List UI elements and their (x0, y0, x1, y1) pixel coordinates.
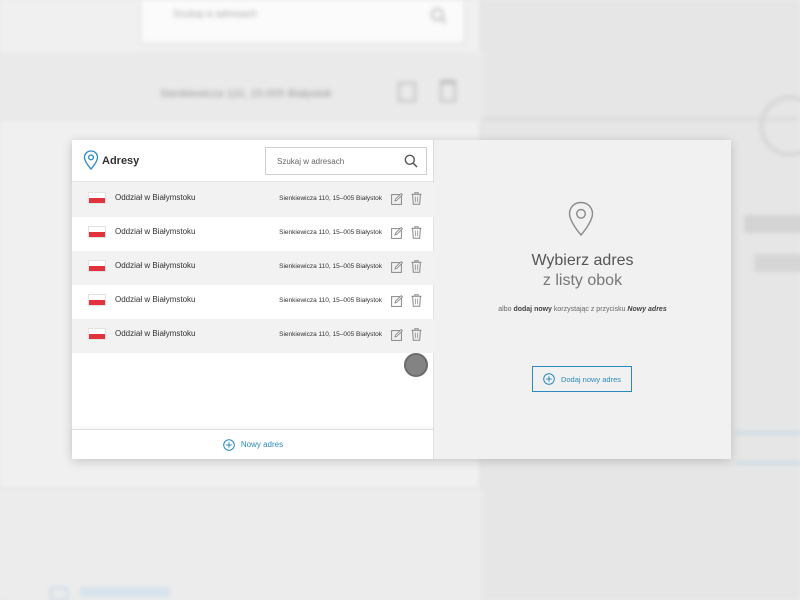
address-name: Oddział w Białymstoku (115, 329, 196, 338)
edit-icon[interactable] (391, 295, 403, 307)
background-toolbar: Sienkiewicza 110, 15-005 Białystok (0, 52, 482, 120)
hint-italic: Nowy adres (627, 306, 667, 313)
address-empty-state-panel: Wybierz adres z listy obok albo dodaj no… (434, 140, 731, 459)
background-trash-icon (440, 80, 456, 102)
address-row[interactable]: Oddział w Białymstoku Sienkiewicza 110, … (72, 319, 434, 353)
address-picker-modal: Adresy Oddział w Białymstoku Sienkiewicz… (72, 140, 731, 459)
empty-state-title: Wybierz adres (531, 252, 634, 269)
map-pin-icon (83, 150, 99, 170)
edit-icon[interactable] (391, 193, 403, 205)
address-name: Oddział w Białymstoku (115, 193, 196, 202)
address-row[interactable]: Oddział w Białymstoku Sienkiewicza 110, … (72, 251, 434, 285)
address-row[interactable]: Oddział w Białymstoku Sienkiewicza 110, … (72, 217, 434, 251)
trash-icon[interactable] (411, 260, 422, 273)
background-edit-icon (398, 82, 416, 102)
trash-icon[interactable] (411, 192, 422, 205)
address-search-input[interactable] (266, 148, 396, 174)
search-icon[interactable] (404, 154, 418, 168)
background-block (754, 254, 800, 272)
background-divider (484, 118, 800, 120)
plus-circle-icon (223, 438, 235, 451)
address-name: Oddział w Białymstoku (115, 261, 196, 270)
background-address-text: Sienkiewicza 110, 15-005 Białystok (160, 88, 332, 100)
background-bottom-area (0, 488, 482, 600)
poland-flag-icon (88, 328, 106, 340)
map-pin-icon (568, 201, 594, 237)
empty-state-subtitle: z listy obok (542, 272, 623, 289)
address-name: Oddział w Białymstoku (115, 295, 196, 304)
trash-icon[interactable] (411, 328, 422, 341)
new-address-button-content: Nowy adres (223, 438, 284, 451)
address-list-header: Adresy (72, 140, 433, 182)
edit-icon[interactable] (391, 227, 403, 239)
address-list-panel: Adresy Oddział w Białymstoku Sienkiewicz… (72, 140, 434, 459)
address-search-box (265, 147, 427, 175)
trash-icon[interactable] (411, 226, 422, 239)
add-new-address-label: Dodaj nowy adres (560, 374, 622, 384)
background-item-icon (50, 587, 68, 600)
background-item-text (80, 587, 170, 597)
background-circle-icon (760, 96, 800, 156)
address-street: Sienkiewicza 110, 15–005 Białystok (279, 195, 382, 202)
background-search-icon (431, 8, 447, 24)
new-address-button[interactable]: Nowy adres (72, 429, 434, 459)
address-row[interactable]: Oddział w Białymstoku Sienkiewicza 110, … (72, 285, 434, 319)
background-search-box: Szukaj w adresach (140, 0, 465, 44)
poland-flag-icon (88, 260, 106, 272)
background-link-line (736, 462, 800, 464)
address-row[interactable]: Oddział w Białymstoku Sienkiewicza 110, … (72, 183, 434, 217)
hint-prefix: albo (498, 306, 514, 313)
hint-bold: dodaj nowy (513, 306, 552, 313)
plus-circle-icon (543, 373, 555, 385)
address-street: Sienkiewicza 110, 15–005 Białystok (279, 297, 382, 304)
poland-flag-icon (88, 192, 106, 204)
edit-icon[interactable] (391, 261, 403, 273)
new-address-label: Nowy adres (240, 440, 284, 449)
address-street: Sienkiewicza 110, 15–005 Białystok (279, 229, 382, 236)
background-search-placeholder: Szukaj w adresach (173, 9, 257, 20)
address-street: Sienkiewicza 110, 15–005 Białystok (279, 263, 382, 270)
poland-flag-icon (88, 294, 106, 306)
background-link-line (736, 432, 800, 434)
poland-flag-icon (88, 226, 106, 238)
address-list: Oddział w Białymstoku Sienkiewicza 110, … (72, 183, 434, 353)
empty-state-hint: albo dodaj nowy korzystając z przycisku … (434, 306, 731, 313)
add-new-address-button[interactable]: Dodaj nowy adres (532, 366, 632, 392)
touch-cursor-indicator (404, 353, 428, 377)
address-street: Sienkiewicza 110, 15–005 Białystok (279, 331, 382, 338)
edit-icon[interactable] (391, 329, 403, 341)
trash-icon[interactable] (411, 294, 422, 307)
hint-middle: korzystając z przycisku (551, 306, 628, 313)
background-block (744, 215, 800, 233)
address-name: Oddział w Białymstoku (115, 227, 196, 236)
panel-title: Adresy (102, 155, 140, 167)
